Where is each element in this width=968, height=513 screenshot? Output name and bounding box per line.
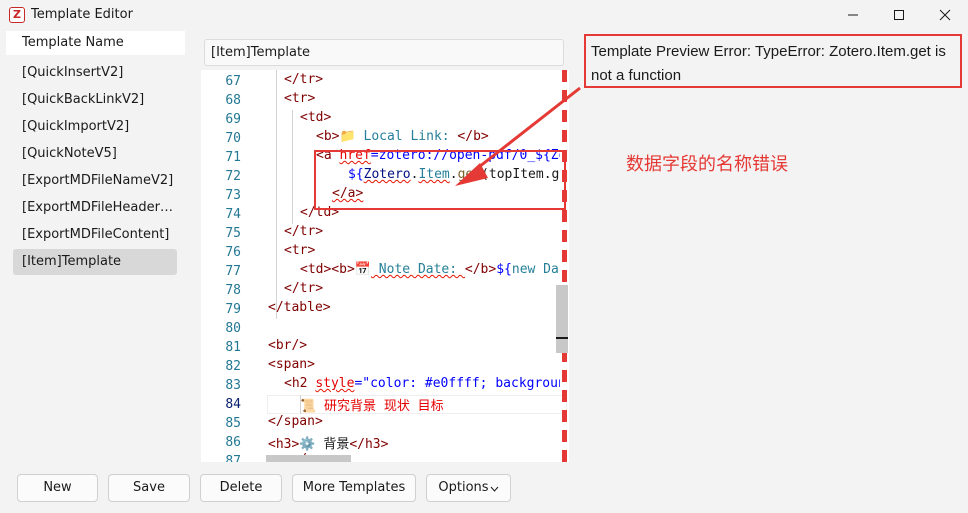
code-text-area[interactable]: </tr> <tr> <td> <b>📁 Local Link: </b> <a… [260,70,560,462]
zotero-app-icon: Z [9,7,25,23]
line-number: 75 [225,226,241,241]
calendar-icon: 📅 [354,262,371,277]
minimize-button[interactable] [830,0,876,30]
options-button[interactable]: Options [426,474,511,502]
line-number: 79 [225,302,241,317]
template-list: Template Name [QuickInsertV2] [QuickBack… [0,30,190,462]
code-line: </tr> [284,281,324,296]
window-title: Template Editor [31,7,133,22]
template-item[interactable]: [QuickNoteV5] [13,141,177,167]
code-line: </span> [268,414,323,429]
more-templates-button[interactable]: More Templates [292,474,416,502]
line-number: 69 [225,112,241,127]
error-highlight-box [314,150,566,210]
new-button[interactable]: New [17,474,98,502]
code-line: <br/> [268,338,308,353]
code-line: </tr> [284,224,324,239]
delete-button[interactable]: Delete [200,474,282,502]
save-button[interactable]: Save [108,474,190,502]
line-number: 72 [225,169,241,184]
scrollbar-cursor-marker [556,337,568,339]
line-number: 86 [225,435,241,450]
line-number: 80 [225,321,241,336]
code-line: <span> [268,357,315,372]
folder-icon: 📁 [339,129,356,144]
code-line: <td> [300,110,332,125]
line-number-current: 84 [225,397,241,412]
maximize-button[interactable] [876,0,922,30]
scroll-icon: 📜 [300,399,317,414]
template-editor-window: Z Template Editor Template Name [QuickIn… [0,0,968,513]
minimize-icon [848,14,858,16]
line-number: 77 [225,264,241,279]
code-line: <td><b>📅 Note Date: </b>${new Da [300,262,559,277]
title-bar: Z Template Editor [0,0,968,30]
close-button[interactable] [922,0,968,30]
template-item[interactable]: [ExportMDFileNameV2] [13,168,177,194]
horizontal-scrollbar-thumb[interactable] [266,455,351,462]
template-name-input[interactable]: [Item]Template [204,39,564,66]
line-number: 82 [225,359,241,374]
code-line: </tr> [284,72,324,87]
code-line: <h3>⚙️ 背景</h3> [268,437,389,452]
maximize-icon [894,10,904,20]
template-item[interactable]: [QuickImportV2] [13,114,177,140]
chevron-down-icon [490,486,499,492]
code-line: <h2 style="color: #e0ffff; backgroun [284,376,560,391]
code-line: <tr> [284,243,316,258]
line-number: 74 [225,207,241,222]
line-number: 87 [225,454,241,462]
template-item[interactable]: [ExportMDFileContent] [13,222,177,248]
gear-icon: ⚙️ [299,437,316,452]
line-number: 67 [225,74,241,89]
template-item[interactable]: [QuickInsertV2] [13,60,177,86]
code-line: </table> [268,300,331,315]
annotation-dashed-divider [562,70,567,462]
line-number: 70 [225,131,241,146]
template-preview-error: Template Preview Error: TypeError: Zoter… [584,34,962,88]
template-item[interactable]: [ExportMDFileHeaderV2] [13,195,177,221]
line-number: 85 [225,416,241,431]
template-list-header: Template Name [6,31,185,55]
line-number: 78 [225,283,241,298]
line-number: 68 [225,93,241,108]
code-line-current: 📜 研究背景 现状 目标 [300,399,444,414]
close-icon [939,9,951,21]
line-number: 83 [225,378,241,393]
annotation-text: 数据字段的名称错误 [626,154,788,175]
options-label: Options [438,480,489,495]
code-editor[interactable]: 67 68 69 70 71 72 73 74 75 76 77 78 79 8… [201,70,569,462]
line-number: 71 [225,150,241,165]
line-number-gutter: 67 68 69 70 71 72 73 74 75 76 77 78 79 8… [201,70,245,462]
code-line: <b>📁 Local Link: </b> [316,129,489,144]
line-number: 76 [225,245,241,260]
line-number: 73 [225,188,241,203]
vertical-scrollbar-thumb[interactable] [556,285,568,353]
line-number: 81 [225,340,241,355]
template-item-selected[interactable]: [Item]Template [13,249,177,275]
code-line: <tr> [284,91,316,106]
template-item[interactable]: [QuickBackLinkV2] [13,87,177,113]
